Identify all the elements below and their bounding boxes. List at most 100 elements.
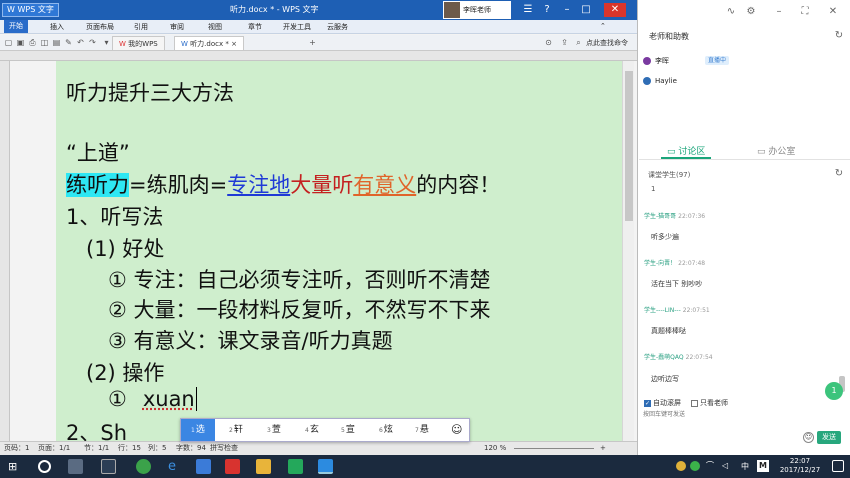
teacher-item[interactable]: 李晖 [643,56,669,66]
tray-icon[interactable] [676,461,686,471]
app-icon[interactable] [101,459,116,474]
cortana-icon[interactable] [38,460,51,473]
fullscreen-icon[interactable]: ⛶ [799,6,811,18]
maximize-icon[interactable]: □ [579,3,593,17]
tab-office[interactable]: ▭ 办公室 [757,144,795,157]
send-button[interactable]: 发送 [817,431,841,444]
share-icon[interactable]: ⇪ [560,38,569,47]
edge-icon[interactable]: e [168,459,183,474]
menu-cloud[interactable]: 云服务 [327,22,348,32]
notification-icon[interactable] [832,460,844,472]
customize-icon[interactable]: ▾ [102,38,111,47]
refresh-icon[interactable]: ↻ [833,168,845,180]
menu-references[interactable]: 引用 [134,22,148,32]
app-icon[interactable] [68,459,83,474]
status-zoom[interactable]: 120 % [484,442,506,455]
ime-candidate[interactable]: 7悬 [415,419,429,441]
user-account[interactable]: 李晖老师 [443,1,511,19]
tab-my-wps[interactable]: W 我的WPS [112,36,165,50]
tray-icon[interactable] [690,461,700,471]
doc-operation-1: ① xuan [108,387,197,411]
ime-candidate[interactable]: 5宣 [341,419,355,441]
app-icon[interactable] [136,459,151,474]
vertical-scrollbar[interactable] [622,61,634,441]
status-spellcheck[interactable]: 拼写检查 [210,442,238,455]
autoscroll-checkbox[interactable]: ✓ 自动滚屏 [644,398,681,408]
menu-review[interactable]: 审阅 [170,22,184,32]
only-teacher-checkbox[interactable]: 只看老师 [691,398,728,408]
collapse-ribbon-icon[interactable]: ⌃ [600,22,606,30]
undo-icon[interactable]: ↶ [76,38,85,47]
menu-developer[interactable]: 开发工具 [283,22,311,32]
checkbox-icon [691,399,698,407]
search-icon[interactable]: ⌕ [574,38,583,47]
menu-insert[interactable]: 插入 [50,22,64,32]
windows-start-icon[interactable]: ⊞ [8,459,23,474]
doc-formula: 练听力=练肌肉=专注地大量听有意义的内容！ [66,173,501,197]
zoom-slider[interactable] [514,448,594,449]
status-row: 行：15 [118,444,141,452]
redo-icon[interactable]: ↷ [88,38,97,47]
assistant-item[interactable]: Haylie [643,77,677,85]
app-icon[interactable] [225,459,240,474]
emoji-icon[interactable]: ☺ [803,432,814,443]
message-header: 学生-猫哥哥 22:07:36 [644,213,706,220]
save-icon[interactable]: ▣ [16,38,25,47]
ime-candidate[interactable]: 1选 [181,419,215,441]
menu-view[interactable]: 视图 [208,22,222,32]
document-page[interactable]: 听力提升三大方法 “上道” 练听力=练肌肉=专注地大量听有意义的内容！ 1、听写… [56,61,622,441]
command-search[interactable]: 点此查找命令 [586,38,628,48]
ime-candidate[interactable]: 6炫 [379,419,393,441]
signal-icon: ∿ [726,6,736,17]
tab-document[interactable]: W 听力.docx * × [174,36,244,50]
zoom-in-icon[interactable]: + [600,442,606,455]
status-words: 字数：94 [176,444,206,452]
refresh-icon[interactable]: ↻ [833,30,845,42]
scroll-thumb[interactable] [625,71,633,221]
app-icon[interactable] [288,459,303,474]
ime-candidate[interactable]: 4玄 [305,419,319,441]
format-painter-icon[interactable]: ✎ [64,38,73,47]
new-tab-icon[interactable]: + [308,38,317,47]
export-icon[interactable]: ▤ [52,38,61,47]
ime-candidate[interactable]: 2轩 [229,419,243,441]
folder-icon[interactable] [256,459,271,474]
menu-chapter[interactable]: 章节 [248,22,262,32]
status-section: 节：1/1 [84,444,110,452]
chat-icon: ▭ [667,147,676,157]
network-icon[interactable]: ⌒ [706,461,716,471]
message-text: 真题棒棒哒 [651,327,686,335]
close-icon[interactable]: ✕ [827,6,839,18]
doc-item-1: 1、听写法 [66,205,164,229]
class-student-count[interactable]: 课堂学生(97) [648,170,690,180]
close-tab-icon[interactable]: × [231,40,237,48]
volume-icon[interactable]: ◁ [722,461,732,471]
wps-taskbar-icon[interactable] [318,459,333,474]
settings-icon[interactable]: ⚙ [745,6,757,18]
app-icon[interactable] [196,459,211,474]
history-icon[interactable]: ⊙ [544,38,553,47]
close-icon[interactable]: ✕ [604,3,626,17]
language-indicator[interactable]: 中 [741,461,749,472]
ime-indicator[interactable]: M [757,460,769,472]
new-message-badge[interactable]: 1 [825,382,843,400]
menu-page-layout[interactable]: 页面布局 [86,22,114,32]
message-header: 学生----LIN--- 22:07:51 [644,307,710,314]
new-doc-icon[interactable]: ▢ [4,38,13,47]
clock[interactable]: 22:07 2017/12/27 [774,457,826,475]
ime-candidate[interactable]: 3萱 [267,419,281,441]
minimize-icon[interactable]: – [773,6,785,18]
print-icon[interactable]: ⎙ [28,38,37,47]
status-col: 列：5 [148,444,167,452]
minimize-icon[interactable]: – [560,3,574,17]
doc-bullet-2: ② 大量：一段材料反复听，不然写不下来 [108,298,491,322]
wps-app-menu[interactable]: W WPS 文字 [2,3,59,17]
emoji-icon[interactable]: ☺ [451,419,462,441]
teacher-avatar [643,57,651,65]
tab-discussion[interactable]: ▭ 讨论区 [667,144,705,157]
preview-icon[interactable]: ◫ [40,38,49,47]
chat-input[interactable] [643,408,837,420]
skin-icon[interactable]: ☰ [521,3,535,17]
menu-home[interactable]: 开始 [4,20,28,33]
help-icon[interactable]: ? [540,3,554,17]
